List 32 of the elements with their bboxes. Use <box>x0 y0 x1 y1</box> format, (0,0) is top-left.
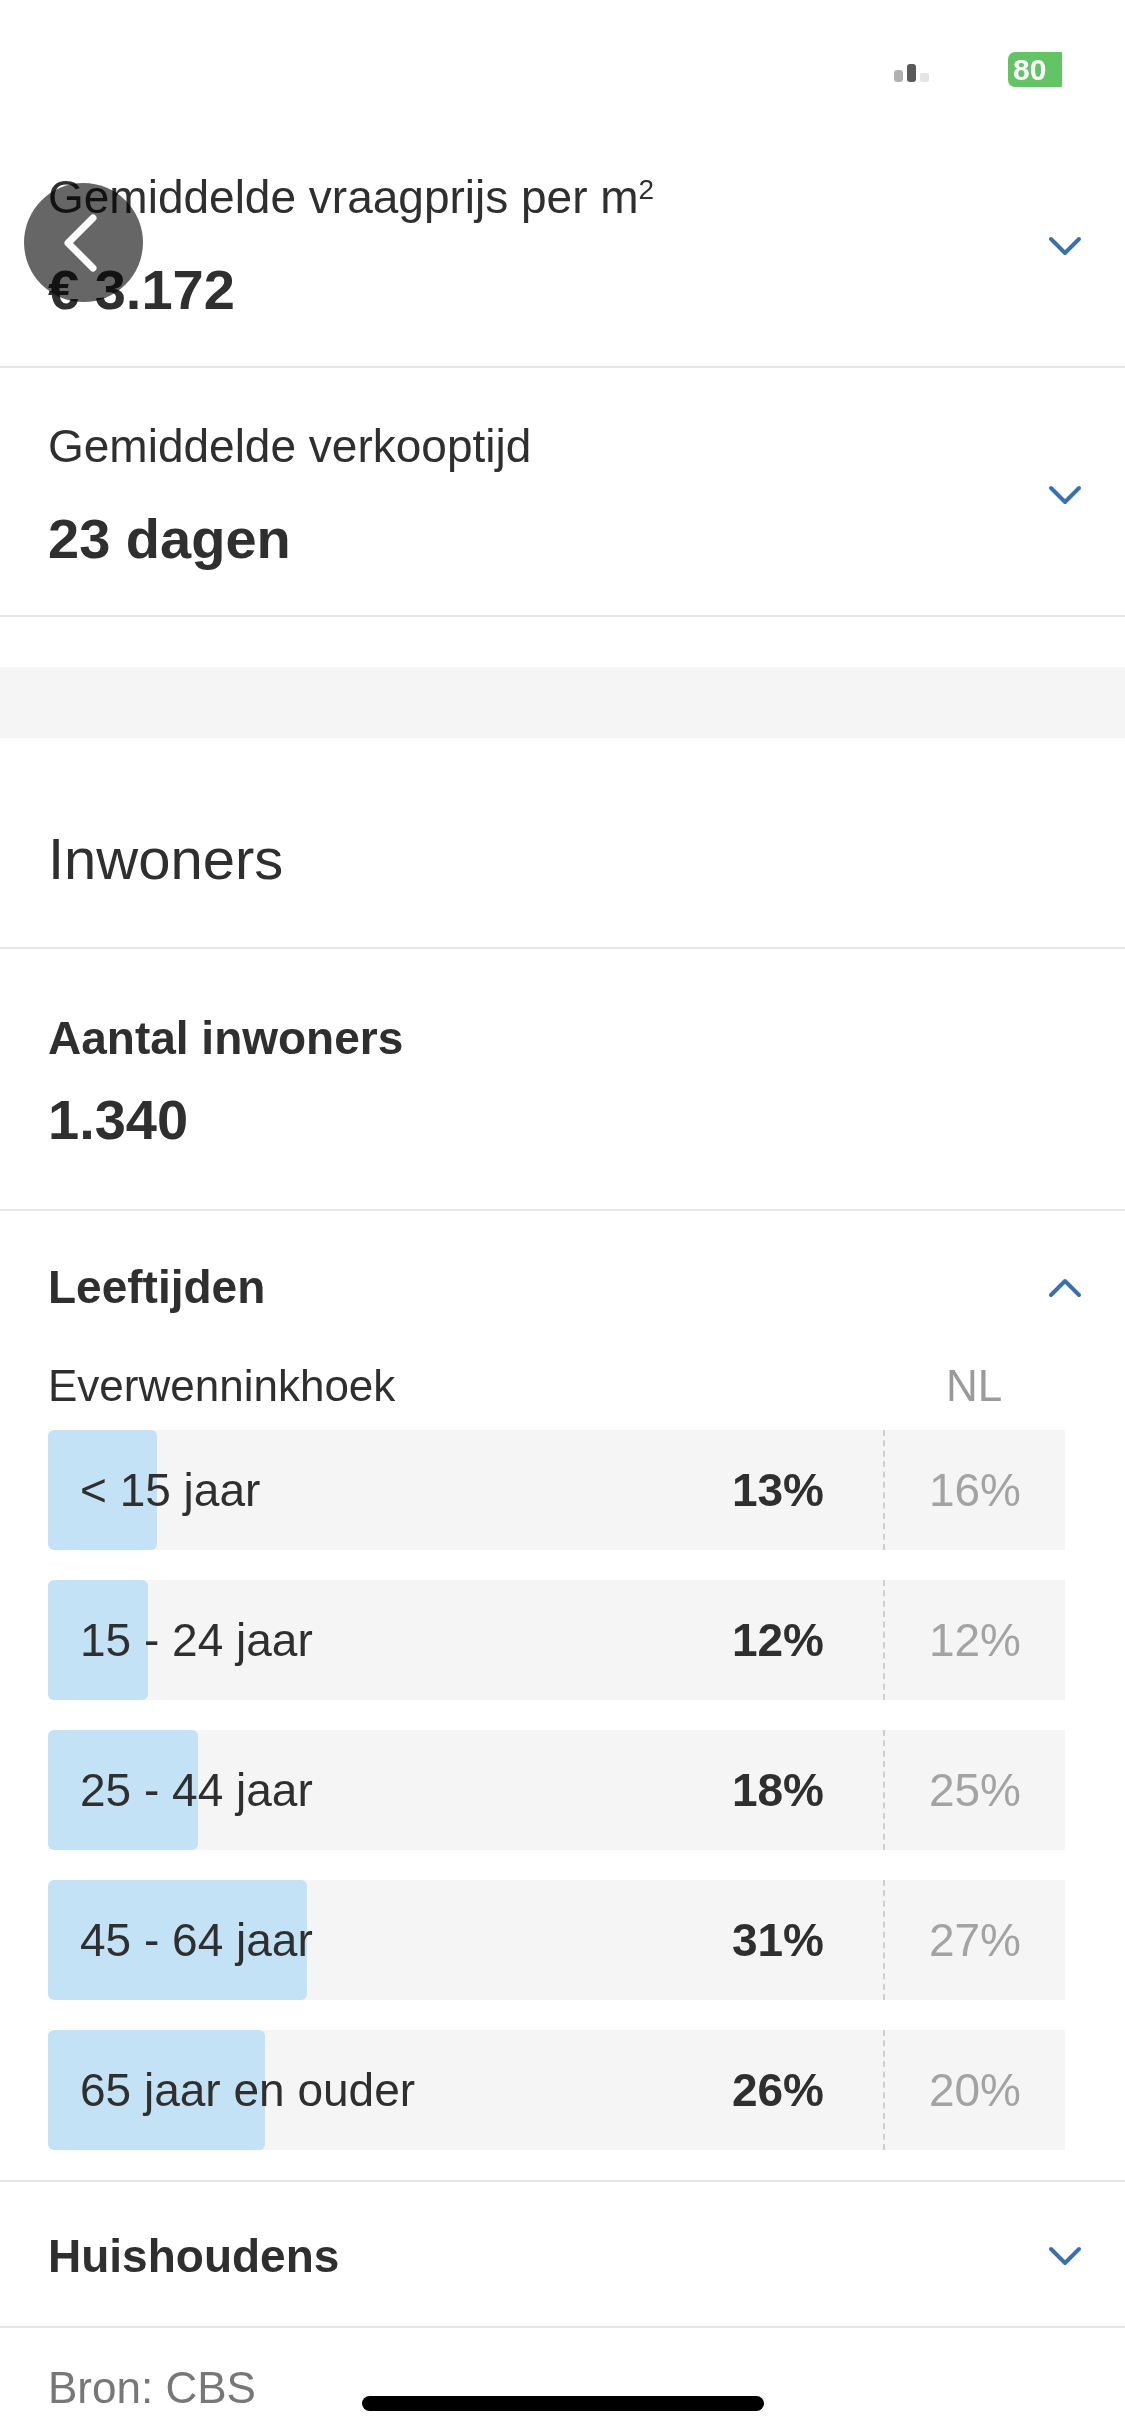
comparison-heading: NL <box>945 1360 1003 1412</box>
chevron-down-icon[interactable] <box>1048 484 1082 506</box>
stat-label: Aantal inwoners <box>48 1011 404 1066</box>
nl-percentage: 27% <box>883 1880 1065 2000</box>
battery-level: 80 <box>1008 52 1062 87</box>
age-group-label: 15 - 24 jaar <box>80 1613 313 1668</box>
stat-label: Gemiddelde verkooptijd <box>48 419 532 474</box>
area-percentage: 18% <box>731 1763 824 1818</box>
area-percentage: 26% <box>731 2063 824 2118</box>
area-heading: Everwenninkhoek <box>48 1361 396 1410</box>
nl-percentage: 16% <box>883 1430 1065 1550</box>
area-percentage: 12% <box>731 1613 824 1668</box>
section-heading: Huishoudens <box>48 2229 340 2284</box>
age-group-label: < 15 jaar <box>80 1463 261 1518</box>
chevron-down-icon[interactable] <box>1048 2245 1082 2267</box>
source-note: Bron: CBS <box>48 2362 256 2414</box>
stat-value: 1.340 <box>48 1087 189 1153</box>
age-group-label: 65 jaar en ouder <box>80 2063 416 2118</box>
nl-percentage: 25% <box>883 1730 1065 1850</box>
nl-percentage: 20% <box>883 2030 1065 2150</box>
area-percentage: 13% <box>731 1463 824 1518</box>
signal-icon <box>894 64 931 82</box>
section-heading: Leeftijden <box>48 1260 266 1315</box>
section-title: Inwoners <box>48 826 284 892</box>
chevron-down-icon[interactable] <box>1048 235 1082 257</box>
age-group-label: 45 - 64 jaar <box>80 1913 313 1968</box>
chevron-up-icon[interactable] <box>1048 1276 1082 1298</box>
chevron-left-icon <box>62 213 97 272</box>
nl-percentage: 12% <box>883 1580 1065 1700</box>
age-group-label: 25 - 44 jaar <box>80 1763 313 1818</box>
area-percentage: 31% <box>731 1913 824 1968</box>
stat-value: 23 dagen <box>48 506 291 572</box>
